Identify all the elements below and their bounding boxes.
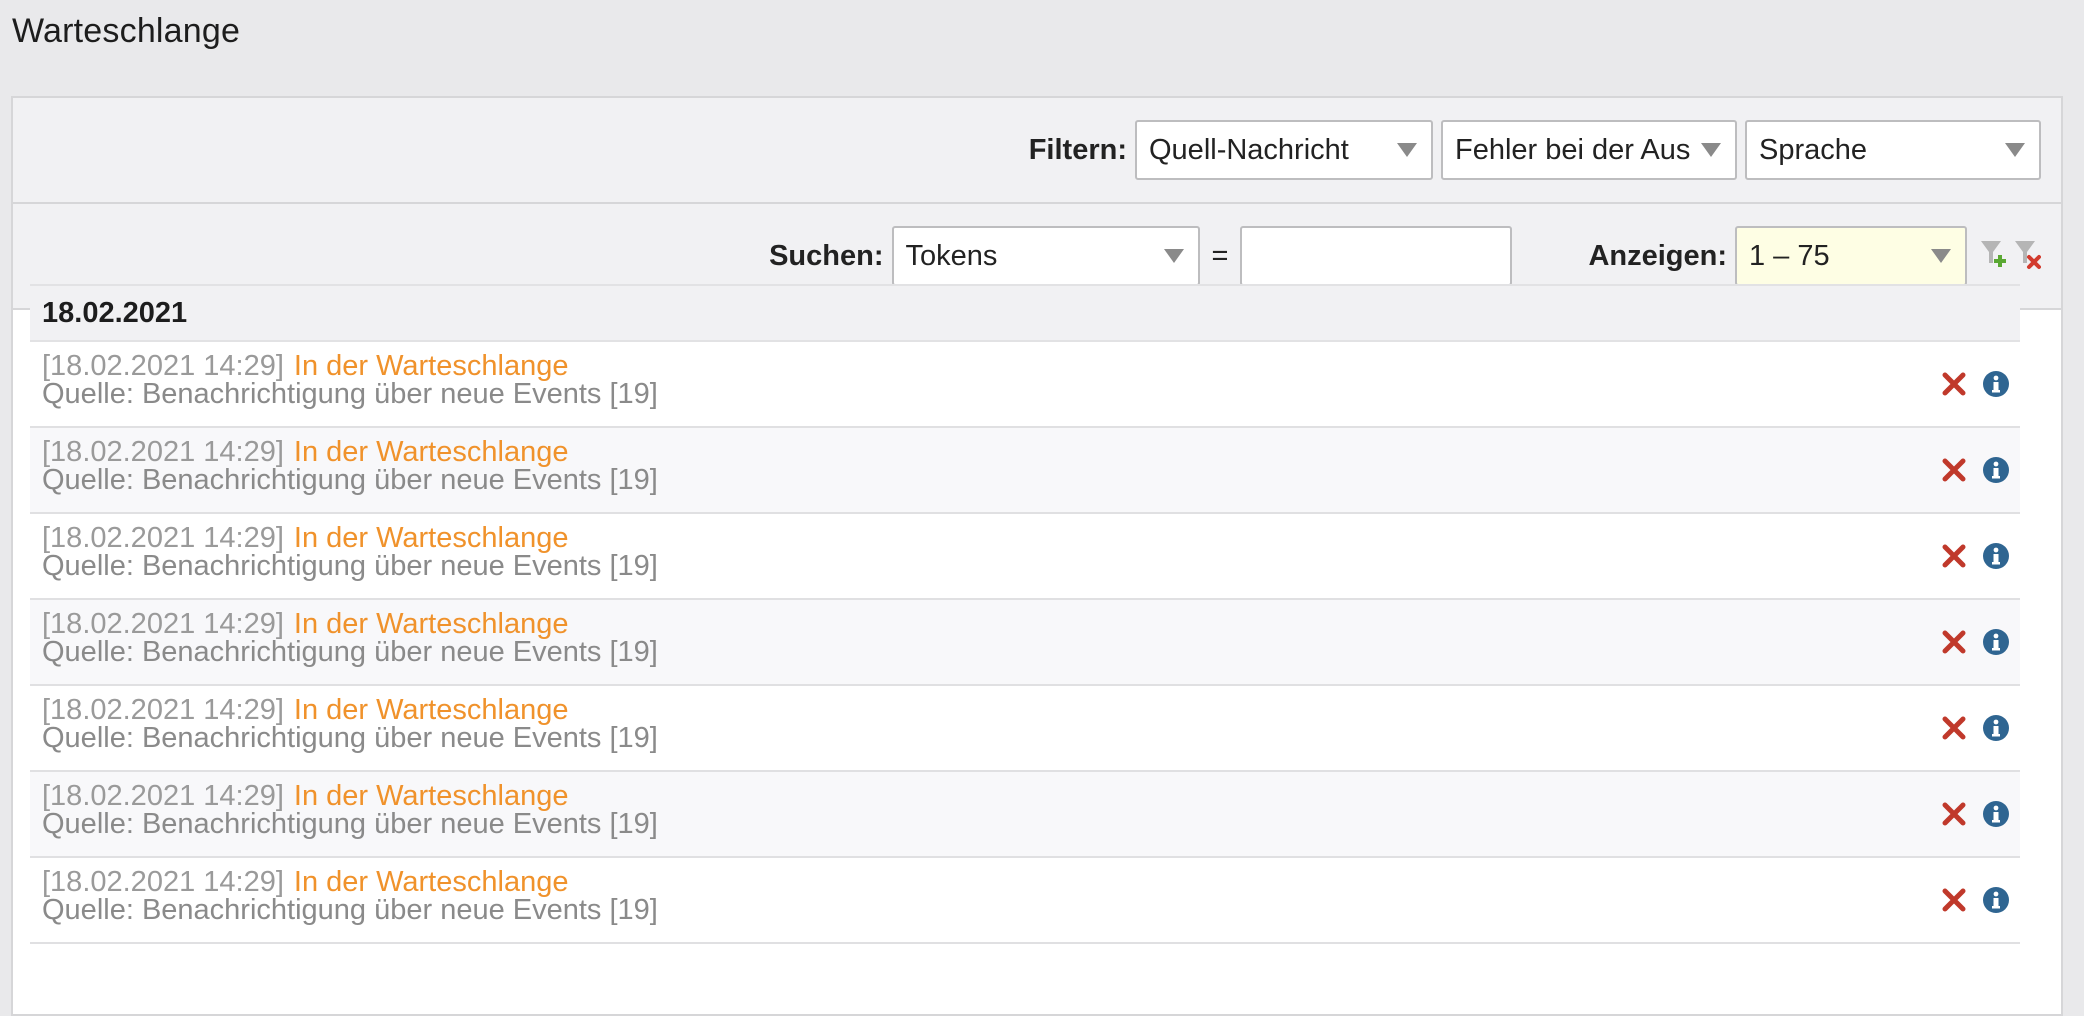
select-value: Quell-Nachricht	[1149, 133, 1349, 166]
filter-bar: Filtern: Quell-Nachricht Fehler bei der …	[13, 98, 2061, 204]
entry-actions	[1940, 542, 2010, 570]
entry-source: Quelle: Benachrichtigung über neue Event…	[42, 464, 658, 496]
close-icon[interactable]	[1940, 456, 1968, 484]
entry-source: Quelle: Benachrichtigung über neue Event…	[42, 378, 658, 410]
entry-actions	[1940, 886, 2010, 914]
list-item: [18.02.2021 14:29] In der Warteschlange Q…	[30, 428, 2020, 514]
info-icon[interactable]	[1982, 456, 2010, 484]
entry-actions	[1940, 456, 2010, 484]
entry-source: Quelle: Benachrichtigung über neue Event…	[42, 636, 658, 668]
close-icon[interactable]	[1940, 714, 1968, 742]
info-icon[interactable]	[1982, 542, 2010, 570]
show-label: Anzeigen:	[1588, 239, 1727, 272]
show-range-select[interactable]: 1 – 75	[1735, 226, 1967, 286]
filter-error-select[interactable]: Fehler bei der Ausl	[1441, 120, 1737, 180]
info-icon[interactable]	[1982, 370, 2010, 398]
search-label: Suchen:	[769, 239, 884, 272]
close-icon[interactable]	[1940, 886, 1968, 914]
info-icon[interactable]	[1982, 800, 2010, 828]
filter-add-icon[interactable]	[1979, 239, 2007, 273]
info-icon[interactable]	[1982, 628, 2010, 656]
entry-source: Quelle: Benachrichtigung über neue Event…	[42, 808, 658, 840]
filter-label: Filtern:	[1028, 133, 1127, 166]
filter-language-select[interactable]: Sprache	[1745, 120, 2041, 180]
list-item: [18.02.2021 14:29] In der Warteschlange Q…	[30, 772, 2020, 858]
list-item: [18.02.2021 14:29] In der Warteschlange Q…	[30, 600, 2020, 686]
entry-source: Quelle: Benachrichtigung über neue Event…	[42, 894, 658, 926]
entry-actions	[1940, 714, 2010, 742]
select-value: Sprache	[1759, 133, 1868, 166]
page-title: Warteschlange	[12, 12, 241, 50]
select-value: Fehler bei der Ausl	[1455, 133, 1691, 166]
close-icon[interactable]	[1940, 628, 1968, 656]
list-item: [18.02.2021 14:29] In der Warteschlange Q…	[30, 686, 2020, 772]
info-icon[interactable]	[1982, 886, 2010, 914]
equals-sign: =	[1211, 239, 1229, 272]
chevron-down-icon	[1163, 249, 1184, 263]
close-icon[interactable]	[1940, 370, 1968, 398]
select-value: Tokens	[905, 239, 998, 272]
entry-actions	[1940, 628, 2010, 656]
list-item: [18.02.2021 14:29] In der Warteschlange Q…	[30, 342, 2020, 428]
list-item: [18.02.2021 14:29] In der Warteschlange Q…	[30, 514, 2020, 600]
queue-list: 18.02.2021 [18.02.2021 14:29] In der Wart…	[30, 284, 2020, 944]
entry-source: Quelle: Benachrichtigung über neue Event…	[42, 722, 658, 754]
filter-source-message-select[interactable]: Quell-Nachricht	[1135, 120, 1433, 180]
entry-source: Quelle: Benachrichtigung über neue Event…	[42, 550, 658, 582]
filter-remove-icon[interactable]	[2013, 239, 2041, 273]
entry-actions	[1940, 370, 2010, 398]
info-icon[interactable]	[1982, 714, 2010, 742]
chevron-down-icon	[1701, 143, 1721, 157]
date-group-header: 18.02.2021	[30, 284, 2020, 342]
select-value: 1 – 75	[1749, 239, 1830, 272]
chevron-down-icon	[1397, 143, 1417, 157]
chevron-down-icon	[2005, 143, 2025, 157]
search-field-select[interactable]: Tokens	[891, 226, 1200, 286]
search-input[interactable]	[1240, 226, 1513, 286]
filter-actions	[1979, 239, 2041, 273]
entry-actions	[1940, 800, 2010, 828]
list-item: [18.02.2021 14:29] In der Warteschlange Q…	[30, 858, 2020, 944]
close-icon[interactable]	[1940, 800, 1968, 828]
close-icon[interactable]	[1940, 542, 1968, 570]
chevron-down-icon	[1931, 249, 1951, 263]
